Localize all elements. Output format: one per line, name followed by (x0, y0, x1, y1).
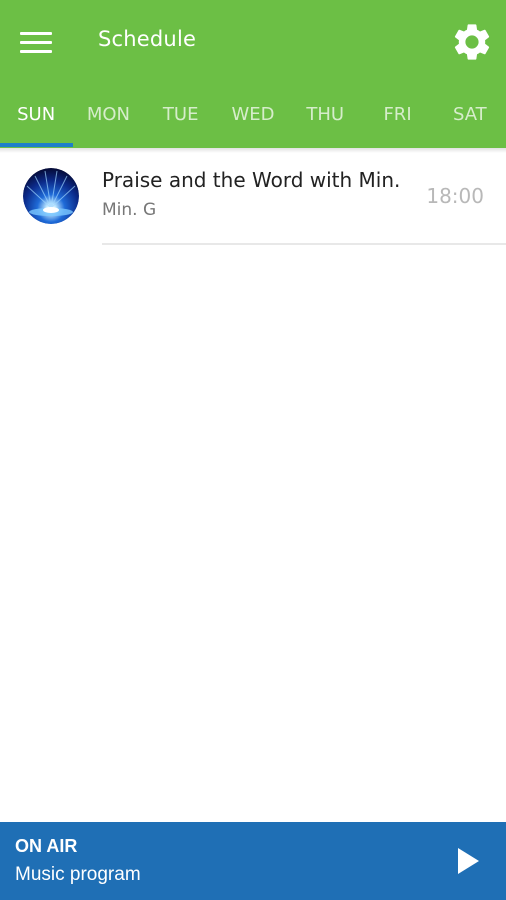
program-title: Praise and the Word with Min. (102, 168, 401, 192)
tab-fri[interactable]: FRI (361, 84, 433, 144)
app-bar: Schedule SUN MON TUE WED THU FRI SAT (0, 0, 506, 148)
page-title: Schedule (98, 27, 197, 51)
tab-thu[interactable]: THU (289, 84, 361, 144)
schedule-list-item[interactable]: Praise and the Word with Min. Min. G 18:… (0, 148, 506, 244)
play-icon[interactable] (452, 846, 482, 876)
toolbar: Schedule (0, 0, 506, 84)
tab-tue[interactable]: TUE (145, 84, 217, 144)
list-divider (102, 243, 506, 245)
program-name: Music program (15, 864, 141, 885)
tab-sat[interactable]: SAT (434, 84, 506, 144)
active-tab-indicator (0, 143, 73, 147)
gear-icon[interactable] (450, 20, 494, 64)
tab-wed[interactable]: WED (217, 84, 289, 144)
hamburger-menu-icon[interactable] (20, 24, 60, 60)
now-playing-bar[interactable]: ON AIR Music program (0, 822, 506, 900)
program-time: 18:00 (426, 184, 484, 208)
day-tabs: SUN MON TUE WED THU FRI SAT (0, 84, 506, 148)
tab-sun[interactable]: SUN (0, 84, 72, 144)
light-burst-thumbnail (23, 168, 79, 224)
on-air-label: ON AIR (15, 836, 78, 856)
program-host: Min. G (102, 200, 157, 220)
tab-mon[interactable]: MON (72, 84, 144, 144)
